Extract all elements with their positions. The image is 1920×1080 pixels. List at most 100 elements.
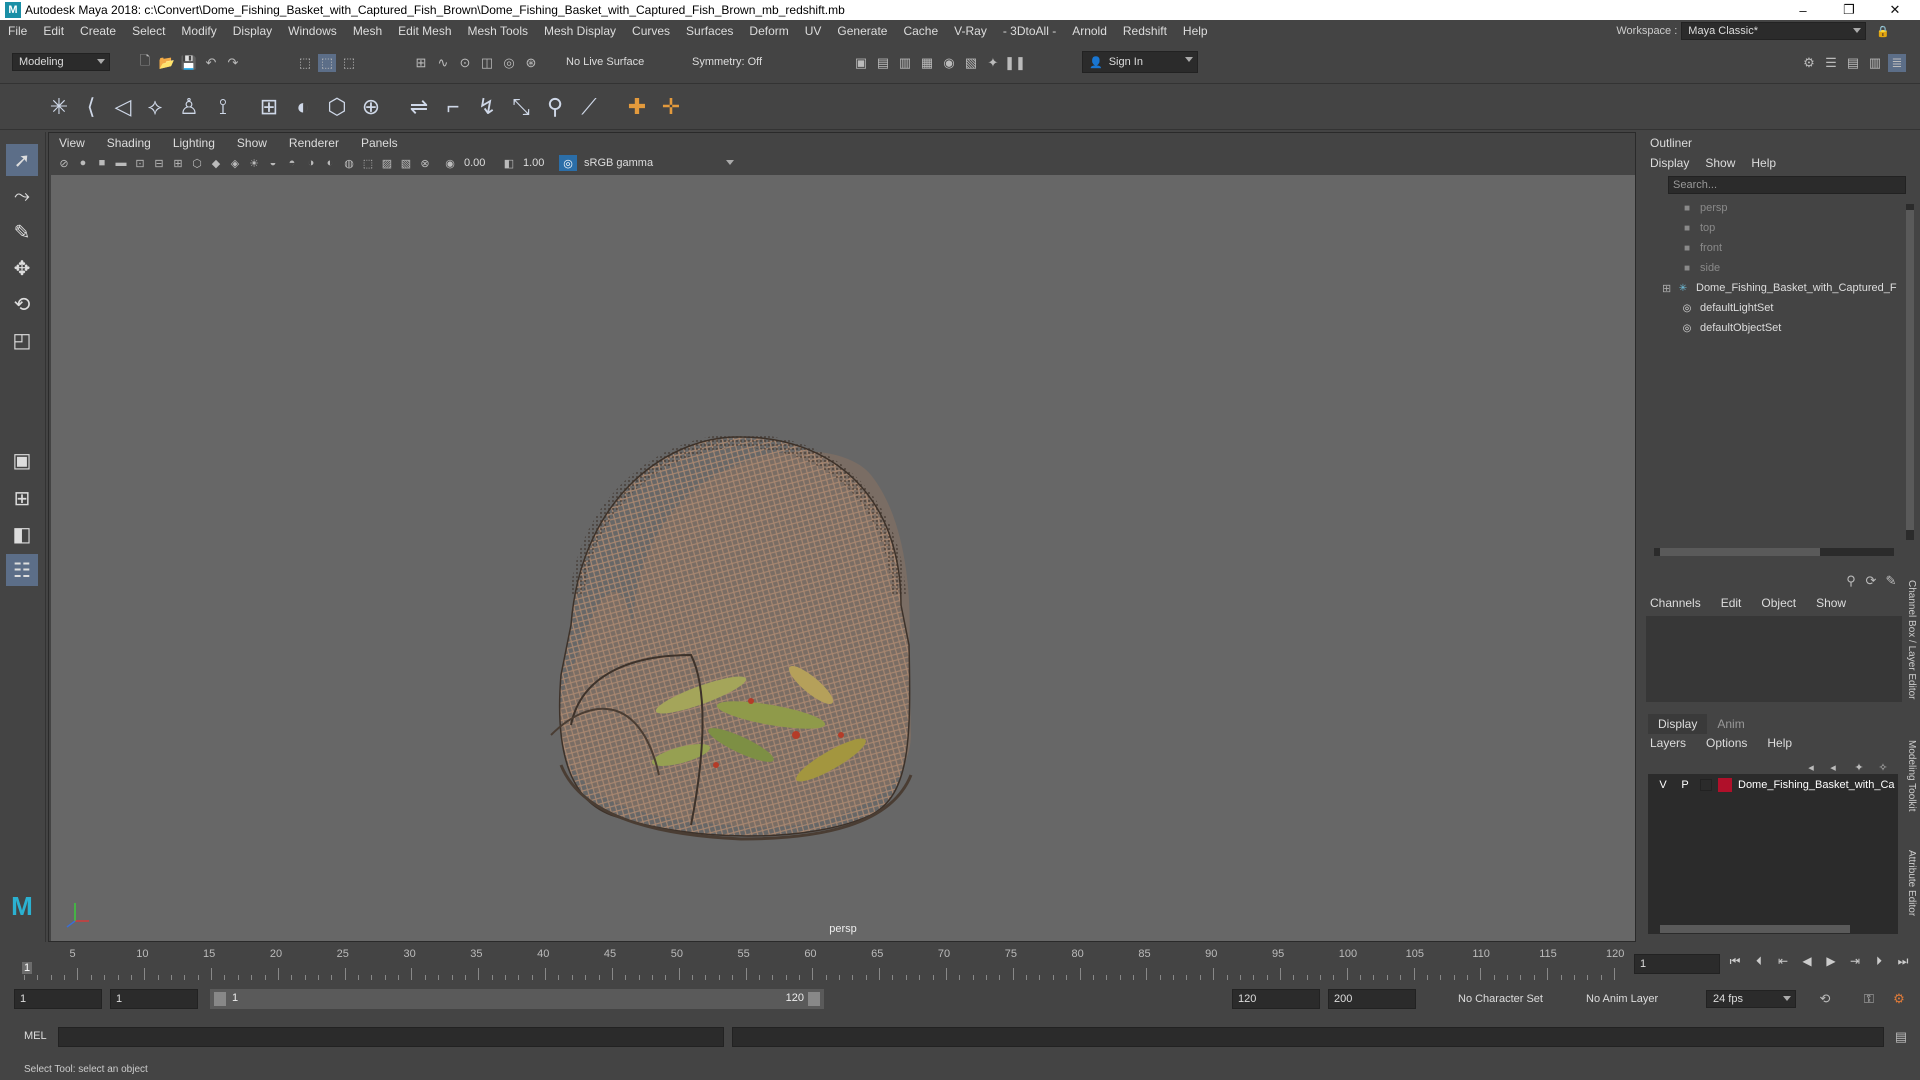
outliner-menu-display[interactable]: Display <box>1650 156 1689 170</box>
select-tool-icon[interactable]: ➚ <box>6 144 38 176</box>
channel-box-sync-icon[interactable]: ⟳ <box>1862 572 1880 590</box>
time-ruler[interactable]: 1 5 10 15 20 25 30 35 40 45 50 55 60 65 70 75 80 85 90 95 1… <box>22 946 1634 980</box>
playback-end-field[interactable]: 120 <box>1232 989 1320 1009</box>
shelf-constraint-icon[interactable]: ✛ <box>656 92 686 122</box>
tool-settings-toggle-icon[interactable]: ▤ <box>1844 54 1862 72</box>
wireframe-icon[interactable]: ⬡ <box>188 155 206 171</box>
menu-mesh-display[interactable]: Mesh Display <box>536 24 624 38</box>
shelf-softmod-icon[interactable]: ⟋ <box>574 92 604 122</box>
layer-menu-options[interactable]: Options <box>1706 736 1747 750</box>
expand-icon[interactable]: ⊞ <box>1662 282 1676 295</box>
layer-menu-help[interactable]: Help <box>1767 736 1792 750</box>
step-back-key-icon[interactable]: ⇤ <box>1774 952 1792 970</box>
channel-menu-channels[interactable]: Channels <box>1650 596 1701 610</box>
new-scene-icon[interactable]: 🗋 <box>136 53 154 72</box>
menu-edit[interactable]: Edit <box>35 24 72 38</box>
maximize-button[interactable]: ❐ <box>1826 0 1872 20</box>
menu-windows[interactable]: Windows <box>280 24 345 38</box>
step-back-frame-icon[interactable]: ⏴ <box>1750 952 1768 970</box>
layer-visibility-toggle[interactable]: V <box>1654 779 1672 791</box>
shelf-rig-icon[interactable]: ⟟ <box>208 92 238 122</box>
shelf-wrap-icon[interactable]: ⤡ <box>506 92 536 122</box>
shelf-bend-icon[interactable]: ⌐ <box>438 92 468 122</box>
channel-box-edit-icon[interactable]: ✎ <box>1882 572 1900 590</box>
menu-set-dropdown[interactable]: Modeling <box>12 53 110 71</box>
snap-grid-icon[interactable]: ⊞ <box>412 54 430 72</box>
shelf-cube-icon[interactable]: ⬡ <box>322 92 352 122</box>
outliner-item-front[interactable]: ■ front <box>1642 238 1920 258</box>
viewport-menu-shading[interactable]: Shading <box>97 136 163 150</box>
shelf-skin-icon[interactable]: ⟡ <box>140 92 170 122</box>
go-to-end-icon[interactable]: ⏭ <box>1894 952 1912 970</box>
go-to-start-icon[interactable]: ⏮ <box>1726 952 1744 970</box>
anim-preferences-icon[interactable]: ⚙ <box>1890 990 1908 1008</box>
light-editor-icon[interactable]: ✦ <box>984 54 1002 72</box>
layer-playback-toggle[interactable]: P <box>1676 779 1694 791</box>
save-scene-icon[interactable]: 💾 <box>180 54 198 72</box>
menu-create[interactable]: Create <box>72 24 124 38</box>
channel-box-option-icon[interactable]: ⚲ <box>1842 572 1860 590</box>
current-time-marker[interactable]: 1 <box>22 962 33 974</box>
exposure-value[interactable]: 0.00 <box>464 157 500 169</box>
lights-icon[interactable]: ☀ <box>245 155 263 171</box>
outliner-search-input[interactable]: Search... <box>1668 176 1906 194</box>
grid-icon[interactable]: ⊞ <box>169 155 187 171</box>
depth-of-field-icon[interactable]: ◍ <box>340 155 358 171</box>
ipr-render-icon[interactable]: ▥ <box>896 54 914 72</box>
current-frame-field[interactable]: 1 <box>1634 954 1720 974</box>
menu-edit-mesh[interactable]: Edit Mesh <box>390 24 459 38</box>
menu-surfaces[interactable]: Surfaces <box>678 24 741 38</box>
fps-dropdown[interactable]: 24 fps <box>1706 990 1796 1008</box>
attribute-editor-toggle-icon[interactable]: ☰ <box>1822 54 1840 72</box>
shelf-ik-icon[interactable]: ◁ <box>108 92 138 122</box>
outliner-menu-help[interactable]: Help <box>1751 156 1776 170</box>
shelf-locator-icon[interactable]: ✚ <box>622 92 652 122</box>
menu-display[interactable]: Display <box>225 24 280 38</box>
menu-redshift[interactable]: Redshift <box>1115 24 1175 38</box>
viewport-menu-renderer[interactable]: Renderer <box>279 136 351 150</box>
color-management-icon[interactable]: ◎ <box>559 155 577 171</box>
shelf-sculpt-icon[interactable]: ⚲ <box>540 92 570 122</box>
textured-icon[interactable]: ◈ <box>226 155 244 171</box>
menu-select[interactable]: Select <box>124 24 173 38</box>
channel-menu-edit[interactable]: Edit <box>1721 596 1742 610</box>
motion-blur-icon[interactable]: ◑ <box>302 155 320 171</box>
menu-deform[interactable]: Deform <box>741 24 796 38</box>
anti-aliasing-icon[interactable]: ◐ <box>321 155 339 171</box>
xray-joints-icon[interactable]: ▧ <box>397 155 415 171</box>
viewport-menu-show[interactable]: Show <box>227 136 279 150</box>
minimize-button[interactable]: – <box>1780 0 1826 20</box>
animation-end-field[interactable]: 200 <box>1328 989 1416 1009</box>
lock-icon[interactable]: 🔒 <box>1876 25 1890 38</box>
select-component-icon[interactable]: ⬚ <box>340 54 358 72</box>
smooth-shade-icon[interactable]: ◆ <box>207 155 225 171</box>
snap-point-icon[interactable]: ⊙ <box>456 54 474 72</box>
layer-display-type-toggle[interactable] <box>1700 779 1712 791</box>
shelf-sphere-icon[interactable]: ◐ <box>288 92 318 122</box>
fishing-basket-model[interactable] <box>550 433 913 841</box>
playback-start-field[interactable]: 1 <box>110 989 198 1009</box>
range-slider-start-handle[interactable] <box>214 992 226 1006</box>
shelf-joint-icon[interactable]: ⟨ <box>76 92 106 122</box>
tab-display[interactable]: Display <box>1648 714 1708 734</box>
undo-icon[interactable]: ↶ <box>202 54 220 72</box>
outliner-menu-show[interactable]: Show <box>1705 156 1735 170</box>
step-forward-key-icon[interactable]: ⇥ <box>1846 952 1864 970</box>
select-hierarchy-icon[interactable]: ⬚ <box>296 54 314 72</box>
menu-cache[interactable]: Cache <box>895 24 946 38</box>
image-plane-icon[interactable]: ▬ <box>112 155 130 171</box>
two-pane-layout-icon[interactable]: ◧ <box>6 518 38 550</box>
channel-menu-show[interactable]: Show <box>1816 596 1846 610</box>
shelf-lattice-icon[interactable]: ⊞ <box>254 92 284 122</box>
render-view-icon[interactable]: ▣ <box>852 54 870 72</box>
outliner-item-default-light-set[interactable]: ◎ defaultLightSet <box>1642 298 1920 318</box>
snap-surface-icon[interactable]: ◎ <box>500 54 518 72</box>
layer-menu-layers[interactable]: Layers <box>1650 736 1686 750</box>
move-tool-icon[interactable]: ✥ <box>6 252 38 284</box>
live-surface-field[interactable]: No Live Surface <box>560 53 660 71</box>
outliner-item-default-object-set[interactable]: ◎ defaultObjectSet <box>1642 318 1920 338</box>
attribute-editor-side-tab[interactable]: Attribute Editor <box>1906 850 1917 916</box>
shelf-wire-icon[interactable]: ↯ <box>472 92 502 122</box>
scale-tool-icon[interactable]: ◰ <box>6 324 38 356</box>
outliner-item-top[interactable]: ■ top <box>1642 218 1920 238</box>
